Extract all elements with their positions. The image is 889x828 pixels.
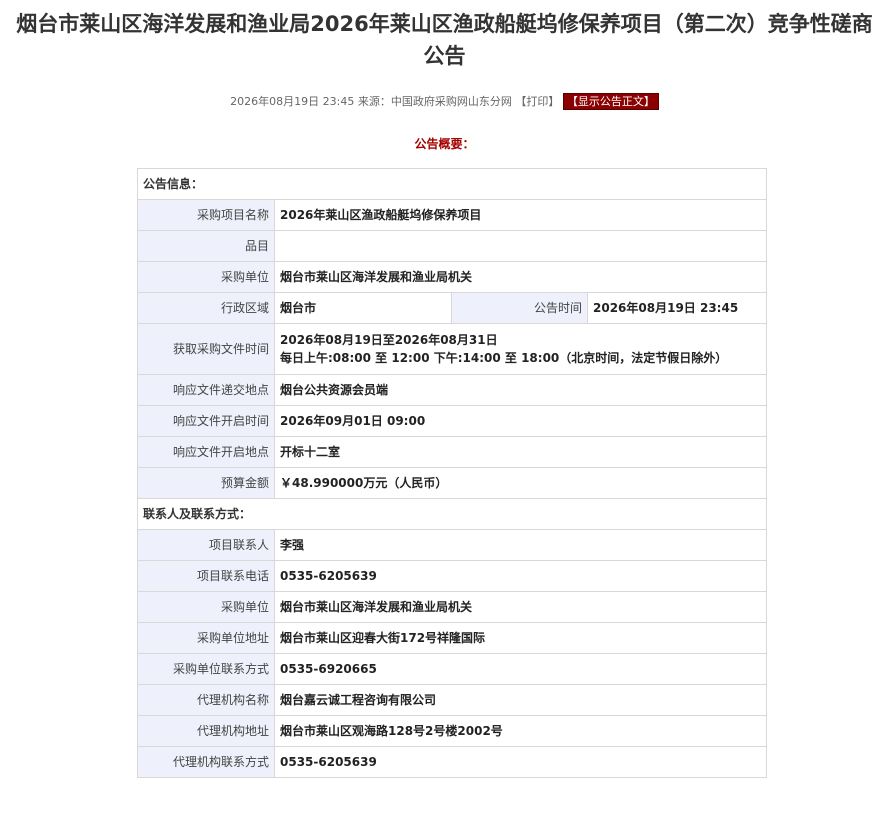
table-row: 采购单位联系方式 0535-6920665 bbox=[137, 653, 767, 685]
doc-time-line1: 2026年08月19日至2026年08月31日 bbox=[280, 333, 498, 347]
submit-place-value: 烟台公共资源会员端 bbox=[274, 374, 767, 406]
article-meta: 2026年08月19日 23:45 来源：中国政府采购网山东分网 【打印】 【显… bbox=[0, 93, 889, 110]
field-label: 代理机构联系方式 bbox=[137, 746, 275, 778]
notice-info-table: 公告信息： 采购项目名称 2026年莱山区渔政船艇坞修保养项目 品目 采购单位 … bbox=[137, 168, 767, 778]
table-row: 代理机构名称 烟台嘉云诚工程咨询有限公司 bbox=[137, 684, 767, 716]
table-row: 项目联系电话 0535-6205639 bbox=[137, 560, 767, 592]
field-label: 采购项目名称 bbox=[137, 199, 275, 231]
show-notice-button[interactable]: 【显示公告正文】 bbox=[562, 93, 659, 110]
section-title-notice-info: 公告信息： bbox=[137, 168, 767, 200]
field-label: 项目联系人 bbox=[137, 529, 275, 561]
open-time-value: 2026年09月01日 09:00 bbox=[274, 405, 767, 437]
item-value bbox=[274, 230, 767, 262]
table-row: 代理机构地址 烟台市莱山区观海路128号2号楼2002号 bbox=[137, 715, 767, 747]
contact-value: 李强 bbox=[274, 529, 767, 561]
agent-value: 烟台嘉云诚工程咨询有限公司 bbox=[274, 684, 767, 716]
field-label: 采购单位 bbox=[137, 261, 275, 293]
agent-phone-value: 0535-6205639 bbox=[274, 746, 767, 778]
buyer-value: 烟台市莱山区海洋发展和渔业局机关 bbox=[274, 261, 767, 293]
field-label: 代理机构地址 bbox=[137, 715, 275, 747]
table-row: 获取采购文件时间 2026年08月19日至2026年08月31日 每日上午:08… bbox=[137, 323, 767, 375]
source-label: 来源： bbox=[357, 95, 391, 108]
publish-time-value: 2026年08月19日 23:45 bbox=[587, 292, 767, 324]
publish-date: 2026年08月19日 23:45 bbox=[230, 95, 355, 108]
field-label: 代理机构名称 bbox=[137, 684, 275, 716]
overview-heading: 公告概要： bbox=[414, 137, 475, 151]
buyer-address-value: 烟台市莱山区迎春大街172号祥隆国际 bbox=[274, 622, 767, 654]
table-row: 项目联系人 李强 bbox=[137, 529, 767, 561]
table-row: 品目 bbox=[137, 230, 767, 262]
table-row: 联系人及联系方式： bbox=[137, 498, 767, 530]
field-label: 品目 bbox=[137, 230, 275, 262]
buyer-value: 烟台市莱山区海洋发展和渔业局机关 bbox=[274, 591, 767, 623]
table-row: 响应文件开启时间 2026年09月01日 09:00 bbox=[137, 405, 767, 437]
field-label: 行政区域 bbox=[137, 292, 275, 324]
budget-value: ￥48.990000万元（人民币） bbox=[274, 467, 767, 499]
table-row: 采购项目名称 2026年莱山区渔政船艇坞修保养项目 bbox=[137, 199, 767, 231]
table-row: 公告信息： bbox=[137, 168, 767, 200]
field-label: 获取采购文件时间 bbox=[137, 323, 275, 375]
table-row: 响应文件递交地点 烟台公共资源会员端 bbox=[137, 374, 767, 406]
field-label: 响应文件递交地点 bbox=[137, 374, 275, 406]
doc-time-line2: 每日上午:08:00 至 12:00 下午:14:00 至 18:00（北京时间… bbox=[280, 351, 728, 365]
buyer-phone-value: 0535-6920665 bbox=[274, 653, 767, 685]
field-label: 响应文件开启地点 bbox=[137, 436, 275, 468]
contact-phone-value: 0535-6205639 bbox=[274, 560, 767, 592]
field-label: 采购单位地址 bbox=[137, 622, 275, 654]
doc-time-value: 2026年08月19日至2026年08月31日 每日上午:08:00 至 12:… bbox=[274, 323, 767, 375]
source-name: 中国政府采购网山东分网 bbox=[390, 95, 512, 108]
table-row: 行政区域 烟台市 公告时间 2026年08月19日 23:45 bbox=[137, 292, 767, 324]
print-link[interactable]: 【打印】 bbox=[515, 95, 559, 108]
field-label: 项目联系电话 bbox=[137, 560, 275, 592]
field-label: 采购单位 bbox=[137, 591, 275, 623]
table-row: 采购单位 烟台市莱山区海洋发展和渔业局机关 bbox=[137, 261, 767, 293]
table-row: 采购单位地址 烟台市莱山区迎春大街172号祥隆国际 bbox=[137, 622, 767, 654]
project-name-value: 2026年莱山区渔政船艇坞修保养项目 bbox=[274, 199, 767, 231]
field-label: 响应文件开启时间 bbox=[137, 405, 275, 437]
table-row: 代理机构联系方式 0535-6205639 bbox=[137, 746, 767, 778]
page-title: 烟台市莱山区海洋发展和渔业局2026年莱山区渔政船艇坞修保养项目（第二次）竞争性… bbox=[16, 12, 873, 68]
agent-address-value: 烟台市莱山区观海路128号2号楼2002号 bbox=[274, 715, 767, 747]
table-row: 采购单位 烟台市莱山区海洋发展和渔业局机关 bbox=[137, 591, 767, 623]
region-value: 烟台市 bbox=[274, 292, 452, 324]
field-label: 采购单位联系方式 bbox=[137, 653, 275, 685]
table-row: 响应文件开启地点 开标十二室 bbox=[137, 436, 767, 468]
field-label: 公告时间 bbox=[451, 292, 588, 324]
open-place-value: 开标十二室 bbox=[274, 436, 767, 468]
table-row: 预算金额 ￥48.990000万元（人民币） bbox=[137, 467, 767, 499]
field-label: 预算金额 bbox=[137, 467, 275, 499]
section-title-contacts: 联系人及联系方式： bbox=[137, 498, 767, 530]
